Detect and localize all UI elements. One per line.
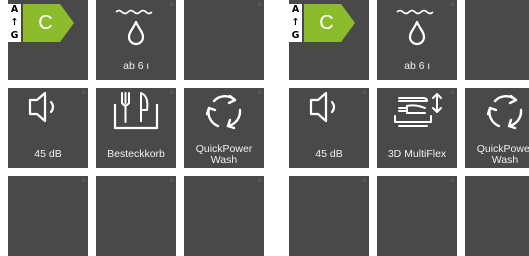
tile-corner-mark bbox=[258, 3, 261, 6]
energy-scale-arrow: ↑ bbox=[291, 17, 300, 28]
energy-class-letter: C bbox=[38, 12, 53, 34]
energy-scale-top: A bbox=[291, 4, 300, 15]
wash-program-label: QuickPower Wash bbox=[184, 144, 264, 166]
empty-tile bbox=[465, 176, 529, 256]
tile-corner-mark bbox=[451, 179, 454, 182]
tile-corner-mark bbox=[363, 179, 366, 182]
empty-tile bbox=[377, 176, 457, 256]
wash-program-tile[interactable]: QuickPower Wash bbox=[184, 88, 264, 168]
empty-tile bbox=[289, 176, 369, 256]
energy-scale: A ↑ G bbox=[8, 4, 21, 42]
energy-class-tile[interactable]: A ↑ G C bbox=[8, 0, 88, 80]
noise-level-label: 45 dB bbox=[34, 148, 62, 160]
wash-program-tile[interactable]: QuickPower Wash bbox=[465, 88, 529, 168]
empty-tile bbox=[465, 0, 529, 80]
energy-scale-bottom: G bbox=[291, 30, 300, 41]
empty-tile bbox=[184, 176, 264, 256]
energy-scale: A ↑ G bbox=[289, 4, 302, 42]
noise-level-label: 45 dB bbox=[315, 148, 343, 160]
basket-label: Besteckkorb bbox=[107, 148, 165, 160]
basket-tile[interactable]: 3D MultiFlex bbox=[377, 88, 457, 168]
wash-program-label-line2: Wash bbox=[210, 154, 238, 166]
basket-tile[interactable]: Besteckkorb bbox=[96, 88, 176, 168]
empty-tile bbox=[96, 176, 176, 256]
wash-program-label-line2: Wash bbox=[491, 154, 519, 166]
energy-scale-top: A bbox=[10, 4, 19, 15]
water-consumption-tile[interactable]: ab 6 ι bbox=[96, 0, 176, 80]
water-consumption-label: ab 6 ι bbox=[123, 60, 149, 72]
tile-corner-mark bbox=[258, 179, 261, 182]
tile-corner-mark bbox=[82, 179, 85, 182]
water-consumption-tile[interactable]: ab 6 ι bbox=[377, 0, 457, 80]
basket-label: 3D MultiFlex bbox=[387, 148, 447, 160]
empty-tile bbox=[184, 0, 264, 80]
empty-tile bbox=[8, 176, 88, 256]
energy-scale-arrow: ↑ bbox=[10, 17, 19, 28]
energy-class-tile[interactable]: A ↑ G C bbox=[289, 0, 369, 80]
noise-level-tile[interactable]: 45 dB bbox=[289, 88, 369, 168]
wash-program-label: QuickPower Wash bbox=[465, 144, 529, 166]
water-consumption-label: ab 6 ι bbox=[404, 60, 430, 72]
noise-level-tile[interactable]: 45 dB bbox=[8, 88, 88, 168]
tile-corner-mark bbox=[170, 179, 173, 182]
energy-class-letter: C bbox=[319, 12, 334, 34]
energy-scale-bottom: G bbox=[10, 30, 19, 41]
